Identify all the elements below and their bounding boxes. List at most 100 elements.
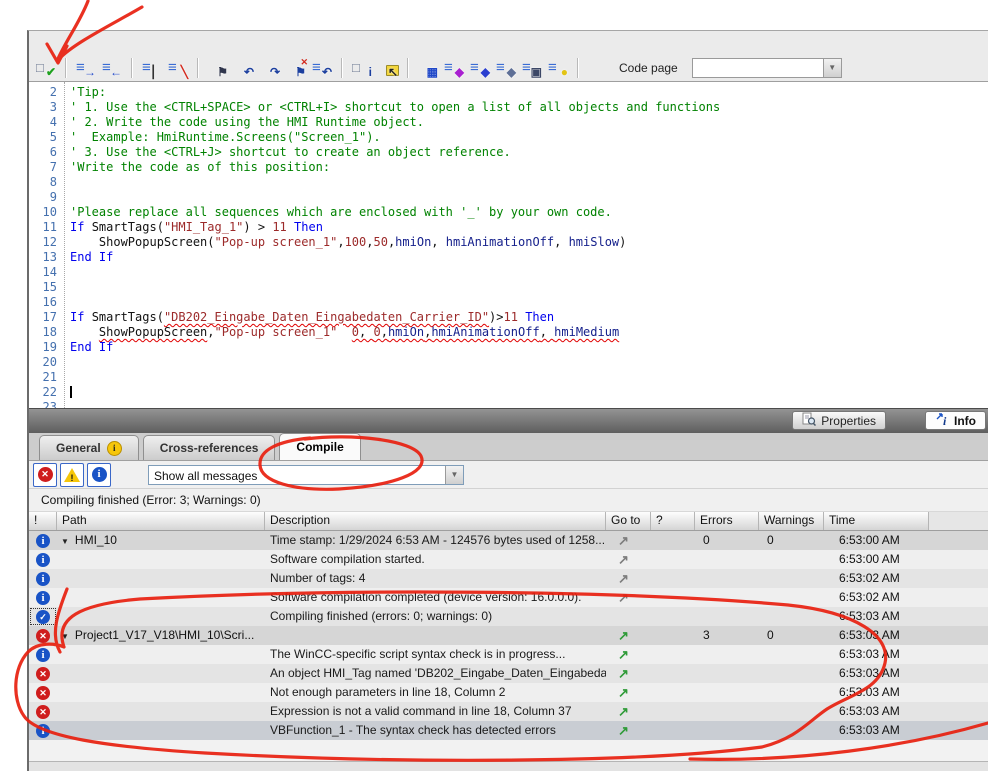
- col-time[interactable]: Time: [824, 512, 929, 530]
- goto-arrow-icon[interactable]: ↗: [618, 723, 629, 738]
- goto-arrow-icon[interactable]: ↗: [618, 590, 629, 605]
- goto-arrow-icon[interactable]: ↗: [618, 628, 629, 643]
- delete-line-icon[interactable]: ≡╲: [167, 58, 189, 78]
- info-tab[interactable]: i Info: [925, 411, 986, 430]
- code-line[interactable]: 'Please replace all sequences which are …: [70, 205, 988, 220]
- delete-all-bookmarks-icon[interactable]: ⚑✕: [285, 58, 307, 78]
- goto-arrow-icon[interactable]: ↗: [618, 647, 629, 662]
- message-row[interactable]: ✓Compiling finished (errors: 0; warnings…: [29, 607, 988, 626]
- tab-general[interactable]: General i: [39, 435, 139, 460]
- row-spacer: [929, 531, 988, 550]
- tab-compile[interactable]: Compile: [279, 433, 360, 460]
- previous-bookmark-icon[interactable]: ↶: [233, 58, 255, 78]
- message-row[interactable]: iThe WinCC-specific script syntax check …: [29, 645, 988, 664]
- code-line[interactable]: If SmartTags("DB202_Eingabe_Daten_Eingab…: [70, 310, 988, 325]
- filter-errors-button[interactable]: ✕: [33, 463, 57, 487]
- filter-info-button[interactable]: i: [87, 463, 111, 487]
- code-text-area[interactable]: 'Tip:' 1. Use the <CTRL+SPACE> or <CTRL+…: [65, 82, 988, 408]
- toolbar-separator: [197, 58, 199, 78]
- message-table-empty-area: [29, 740, 988, 761]
- code-line[interactable]: 'Write the code as of this position:: [70, 160, 988, 175]
- goto-line-icon[interactable]: ≡↶: [311, 58, 333, 78]
- indent-icon[interactable]: ≡→: [75, 58, 97, 78]
- message-row[interactable]: ✕Not enough parameters in line 18, Colum…: [29, 683, 988, 702]
- warnings-cell: [759, 683, 824, 702]
- code-line[interactable]: [70, 370, 988, 385]
- code-line[interactable]: If SmartTags("HMI_Tag_1") > 11 Then: [70, 220, 988, 235]
- code-line[interactable]: ' 2. Write the code using the HMI Runtim…: [70, 115, 988, 130]
- col-goto[interactable]: Go to: [606, 512, 651, 530]
- message-row[interactable]: ✕An object HMI_Tag named 'DB202_Eingabe_…: [29, 664, 988, 683]
- message-row[interactable]: iSoftware compilation started.↗6:53:00 A…: [29, 550, 988, 569]
- message-row[interactable]: iSoftware compilation completed (device …: [29, 588, 988, 607]
- code-line[interactable]: ShowPopupScreen("Pop-up screen_1",100,50…: [70, 235, 988, 250]
- chevron-down-icon[interactable]: ▼: [445, 466, 463, 484]
- pointer-mode-icon[interactable]: ↖: [377, 58, 399, 78]
- code-line[interactable]: [70, 385, 988, 400]
- system-functions-icon[interactable]: □i: [351, 58, 373, 78]
- col-description[interactable]: Description: [265, 512, 606, 530]
- watch-list-steel-icon[interactable]: ≡◆: [495, 58, 517, 78]
- goto-arrow-icon[interactable]: ↗: [618, 685, 629, 700]
- next-bookmark-icon[interactable]: ↷: [259, 58, 281, 78]
- insert-line-icon[interactable]: ≡▏: [141, 58, 163, 78]
- line-number: 8: [29, 175, 64, 190]
- code-line[interactable]: [70, 175, 988, 190]
- code-editor[interactable]: 234567891011121314151617181920212223 'Ti…: [29, 82, 988, 408]
- col-path[interactable]: Path: [57, 512, 265, 530]
- info-icon: i: [36, 553, 50, 567]
- properties-tab[interactable]: Properties: [792, 411, 886, 430]
- error-icon: ✕: [36, 705, 50, 719]
- code-line[interactable]: ' 1. Use the <CTRL+SPACE> or <CTRL+I> sh…: [70, 100, 988, 115]
- chevron-down-icon[interactable]: ▼: [823, 59, 841, 77]
- code-line[interactable]: End If: [70, 340, 988, 355]
- goto-arrow-icon[interactable]: ↗: [618, 666, 629, 681]
- code-line[interactable]: End If: [70, 250, 988, 265]
- code-line[interactable]: ShowPopupScreen,"Pop-up screen_1" 0, 0,h…: [70, 325, 988, 340]
- screenshot-page: □✔≡→≡←≡▏≡╲⚑↶↷⚑✕≡↶□i↖▦≡◆≡◆≡◆≡▣≡● Code pag…: [0, 0, 988, 771]
- message-row[interactable]: i▼HMI_10Time stamp: 1/29/2024 6:53 AM - …: [29, 531, 988, 550]
- col-severity[interactable]: !: [29, 512, 57, 530]
- watch-list-blue-icon[interactable]: ≡◆: [469, 58, 491, 78]
- goto-arrow-icon[interactable]: ↗: [618, 571, 629, 586]
- message-row[interactable]: ✕▼Project1_V17_V18\HMI_10\Scri...↗306:53…: [29, 626, 988, 645]
- tab-cross-references[interactable]: Cross-references: [143, 435, 276, 460]
- code-line[interactable]: 'Tip:: [70, 85, 988, 100]
- code-line[interactable]: [70, 280, 988, 295]
- col-warnings[interactable]: Warnings: [759, 512, 824, 530]
- code-line[interactable]: [70, 355, 988, 370]
- help-cell: [651, 721, 695, 740]
- code-page-select[interactable]: ▼: [692, 58, 842, 78]
- path-cell: [57, 569, 265, 588]
- col-errors[interactable]: Errors: [695, 512, 759, 530]
- goto-arrow-icon[interactable]: ↗: [618, 533, 629, 548]
- tab-compile-label: Compile: [296, 440, 343, 454]
- message-row[interactable]: iNumber of tags: 4↗6:53:02 AM: [29, 569, 988, 588]
- message-filter-select[interactable]: Show all messages ▼: [148, 465, 464, 485]
- code-line[interactable]: ' 3. Use the <CTRL+J> shortcut to create…: [70, 145, 988, 160]
- filter-warnings-button[interactable]: !: [60, 463, 84, 487]
- watch-list-purple-icon[interactable]: ≡◆: [443, 58, 465, 78]
- col-help[interactable]: ?: [651, 512, 695, 530]
- message-row[interactable]: ✕Expression is not a valid command in li…: [29, 702, 988, 721]
- goto-arrow-icon[interactable]: ↗: [618, 704, 629, 719]
- symbol-grid-icon[interactable]: ▦: [417, 58, 439, 78]
- toolbar-separator: [577, 58, 579, 78]
- code-line[interactable]: [70, 190, 988, 205]
- bookmark-icon[interactable]: ⚑: [207, 58, 229, 78]
- code-line[interactable]: [70, 265, 988, 280]
- compile-script-icon[interactable]: □✔: [35, 58, 57, 78]
- code-line[interactable]: [70, 400, 988, 408]
- error-icon: ✕: [38, 467, 53, 482]
- code-line[interactable]: [70, 295, 988, 310]
- expander-icon[interactable]: ▼: [61, 632, 69, 641]
- goto-arrow-icon[interactable]: ↗: [618, 552, 629, 567]
- error-icon: ✕: [36, 667, 50, 681]
- expander-icon[interactable]: ▼: [61, 537, 69, 546]
- code-line[interactable]: ' Example: HmiRuntime.Screens("Screen_1"…: [70, 130, 988, 145]
- line-number: 17: [29, 310, 64, 325]
- list-yellow-ball-icon[interactable]: ≡●: [547, 58, 569, 78]
- outdent-icon[interactable]: ≡←: [101, 58, 123, 78]
- list-window-icon[interactable]: ≡▣: [521, 58, 543, 78]
- message-row[interactable]: iVBFunction_1 - The syntax check has det…: [29, 721, 988, 740]
